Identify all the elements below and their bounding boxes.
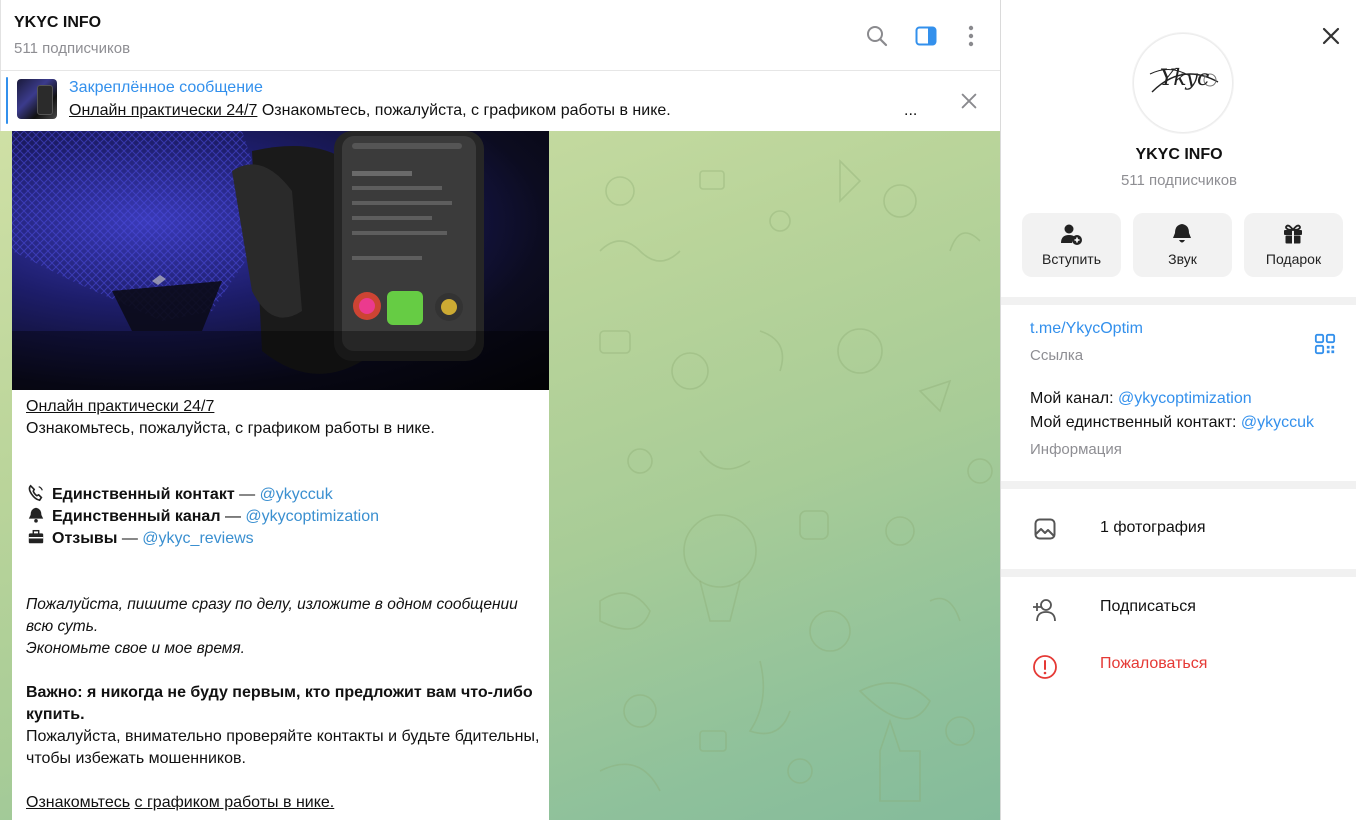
message-photo[interactable] xyxy=(12,131,549,390)
pinned-ellipsis: ... xyxy=(904,102,918,119)
add-user-icon xyxy=(1061,224,1082,245)
pinned-label: Закреплённое сообщение xyxy=(69,79,263,96)
profile-panel: Ykyc YKYC INFO 511 подписчиков Вступить … xyxy=(1000,0,1356,820)
contact-label: Единственный контакт xyxy=(52,486,235,503)
about-channel-link[interactable]: @ykycoptimization xyxy=(1118,390,1252,407)
about-line-contact: Мой единственный контакт: @ykyccuk xyxy=(1030,414,1314,432)
profile-media: 1 фотография xyxy=(1001,489,1356,569)
more-vertical-icon[interactable] xyxy=(959,24,983,48)
qr-code-icon[interactable] xyxy=(1314,333,1336,355)
close-icon[interactable] xyxy=(1319,24,1343,48)
chat-subscribers: 511 подписчиков xyxy=(14,40,131,57)
subscribe-row[interactable]: Подписаться xyxy=(1001,583,1356,635)
reviews-line: Отзывы — @ykyc_reviews xyxy=(26,528,541,550)
reviews-label: Отзывы xyxy=(52,530,118,547)
search-icon[interactable] xyxy=(865,24,889,48)
message-italic-text: Пожалуйста, пишите сразу по делу, изложи… xyxy=(26,596,518,635)
channel-line: Единственный канал — @ykycoptimization xyxy=(26,506,541,528)
sound-label: Звук xyxy=(1168,251,1197,267)
photos-row[interactable]: 1 фотография xyxy=(1001,489,1356,569)
profile-info: t.me/YkycOptim Ссылка Мой канал: @ykycop… xyxy=(1001,305,1356,481)
avatar-text: Ykyc xyxy=(1159,66,1210,91)
pinned-rest-text: Ознакомьтесь, пожалуйста, с графиком раб… xyxy=(257,102,671,119)
channel-link[interactable]: @ykycoptimization xyxy=(245,508,379,525)
avatar[interactable]: Ykyc xyxy=(1133,33,1233,133)
footer-link-2[interactable]: с графиком работы в нике. xyxy=(135,794,335,811)
pinned-message-bar[interactable]: Закреплённое сообщение Онлайн практическ… xyxy=(0,71,1000,131)
channel-separator: — xyxy=(220,508,246,525)
profile-name: YKYC INFO xyxy=(1135,146,1223,163)
about-contact-text: Мой единственный контакт: xyxy=(1030,414,1241,431)
message-photo-illustration xyxy=(12,131,549,390)
report-row[interactable]: Пожаловаться xyxy=(1001,640,1356,692)
report-icon xyxy=(1033,655,1057,679)
message-intro: Ознакомьтесь, пожалуйста, с графиком раб… xyxy=(26,420,435,437)
sound-button[interactable]: Звук xyxy=(1133,213,1232,277)
chat-title[interactable]: YKYC INFO xyxy=(14,14,101,32)
reviews-separator: — xyxy=(117,530,143,547)
pinned-thumbnail xyxy=(17,79,57,119)
photo-icon xyxy=(1034,518,1056,540)
phone-emoji-icon xyxy=(28,484,43,502)
sidebar-toggle-icon[interactable] xyxy=(914,24,938,48)
channel-label: Единственный канал xyxy=(52,508,221,525)
message-italic-text-2: Экономьте свое и мое время. xyxy=(26,640,245,657)
message-text: Онлайн практически 24/7 Ознакомьтесь, по… xyxy=(26,396,541,814)
contact-separator: — xyxy=(234,486,260,503)
about-line-channel: Мой канал: @ykycoptimization xyxy=(1030,390,1252,408)
about-contact-link[interactable]: @ykyccuk xyxy=(1241,414,1314,431)
message-title-link[interactable]: Онлайн практически 24/7 xyxy=(26,398,214,415)
chat-panel: Онлайн практически 24/7 Ознакомьтесь, по… xyxy=(0,0,1000,820)
profile-header: Ykyc YKYC INFO 511 подписчиков Вступить … xyxy=(1001,0,1356,297)
briefcase-emoji-icon xyxy=(28,529,44,544)
channel-link[interactable]: t.me/YkycOptim xyxy=(1030,320,1143,338)
reviews-link[interactable]: @ykyc_reviews xyxy=(142,530,253,547)
pinned-text: Онлайн практически 24/7 Ознакомьтесь, по… xyxy=(69,102,671,120)
subscribe-label: Подписаться xyxy=(1100,598,1196,615)
gift-icon xyxy=(1284,224,1302,244)
pinned-link[interactable]: Онлайн практически 24/7 xyxy=(69,102,257,119)
join-button[interactable]: Вступить xyxy=(1022,213,1121,277)
contact-line: Единственный контакт — @ykyccuk xyxy=(26,484,541,506)
bell-emoji-icon xyxy=(28,507,44,523)
report-label: Пожаловаться xyxy=(1100,655,1208,672)
gift-button[interactable]: Подарок xyxy=(1244,213,1343,277)
link-caption: Ссылка xyxy=(1030,347,1084,364)
footer-link-1[interactable]: Ознакомьтесь xyxy=(26,794,130,811)
photos-label: 1 фотография xyxy=(1100,519,1206,536)
pinned-close-icon[interactable] xyxy=(958,90,980,112)
pinned-accent-line xyxy=(6,77,8,124)
channel-message: Онлайн практически 24/7 Ознакомьтесь, по… xyxy=(12,131,549,820)
bell-icon xyxy=(1173,224,1191,243)
add-user-icon xyxy=(1033,599,1056,622)
contact-link[interactable]: @ykyccuk xyxy=(260,486,333,503)
profile-subscribers: 511 подписчиков xyxy=(1120,172,1238,189)
about-channel-text: Мой канал: xyxy=(1030,390,1118,407)
message-warning-bold: Важно: я никогда не буду первым, кто пре… xyxy=(26,684,533,723)
profile-actions: Подписаться Пожаловаться xyxy=(1001,577,1356,820)
about-caption: Информация xyxy=(1030,441,1122,458)
message-warning-text: Пожалуйста, внимательно проверяйте конта… xyxy=(26,728,540,767)
gift-label: Подарок xyxy=(1265,251,1322,267)
join-label: Вступить xyxy=(1041,251,1101,267)
chat-header: YKYC INFO 511 подписчиков xyxy=(0,0,1000,71)
